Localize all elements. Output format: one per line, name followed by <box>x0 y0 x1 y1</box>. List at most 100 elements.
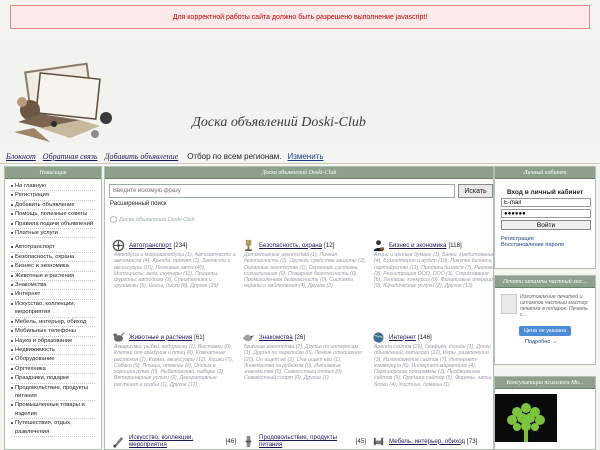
search-form: Искать <box>109 184 493 198</box>
password-field[interactable] <box>501 209 591 218</box>
category-count: [26] <box>294 333 305 341</box>
category-count: [234] <box>173 241 188 249</box>
price-badge: Цена не указана <box>519 326 571 336</box>
nav-category-item[interactable]: Наука и образование <box>11 337 95 346</box>
nav-category-item[interactable]: Искусство, коллекции, мероприятия <box>11 300 95 318</box>
category-link[interactable]: Искусство, коллекции, мероприятия <box>129 434 224 448</box>
nav-category-item[interactable]: Мобильные телефоны <box>11 327 95 337</box>
category-block: Продовольствие, продукты питания [45] <box>242 434 366 448</box>
feedback-link[interactable]: Обратная связь <box>43 152 98 161</box>
nav-category-item[interactable]: Недвижимость <box>11 346 95 356</box>
email-field[interactable] <box>501 198 591 207</box>
animal-icon <box>113 331 125 342</box>
category-block: Бизнес и экономика [118] Акции и ценные б… <box>372 239 496 290</box>
category-count: [45] <box>355 437 366 445</box>
nav-list-main: На главную Регистрация Добавить объявлен… <box>5 179 101 437</box>
stamp-ad-panel: Печати штампы частный мас... Изготовлени… <box>494 275 596 365</box>
nav-item[interactable]: Правила подачи объявлений <box>11 220 95 230</box>
subcategory-list[interactable]: Детективные агентства (1), Личная безопа… <box>242 252 366 290</box>
nav-category-item[interactable]: Автотранспорт <box>11 243 95 253</box>
home-icon <box>110 216 117 223</box>
nav-category-item[interactable]: Интернет <box>11 290 95 300</box>
nav-item[interactable]: Платные услуги <box>11 229 95 239</box>
subcategory-list[interactable]: Аренда сайтов (29), Графика, дизайн (1),… <box>372 344 496 388</box>
food-icon <box>245 435 252 447</box>
login-button[interactable]: Войти <box>501 220 591 230</box>
psychologist-title[interactable]: Консультация психолога Мо... <box>495 377 595 389</box>
login-panel: Личный кабинет Вход в личный кабинет Вой… <box>494 166 596 269</box>
site-logo-collage <box>14 62 112 142</box>
search-button[interactable]: Искать <box>458 184 493 198</box>
trophy-icon <box>245 239 252 251</box>
main-title: Доска объявлений Doski-Club <box>105 167 493 179</box>
category-block: Искусство, коллекции, мероприятия [46] <box>112 434 236 448</box>
nav-item[interactable]: На главную <box>11 182 95 192</box>
category-link[interactable]: Автотранспорт <box>129 242 172 249</box>
dove-icon <box>242 334 255 341</box>
region-filter-text: Отбор по всем регионам. <box>187 151 282 161</box>
furniture-icon <box>373 437 384 445</box>
car-wheel-icon <box>112 239 125 251</box>
nav-item[interactable]: Помощь, полезные советы <box>11 210 95 220</box>
nav-category-item[interactable]: Оргтехника <box>11 365 95 375</box>
search-input[interactable] <box>109 184 455 198</box>
nav-item[interactable]: Добавить объявление <box>11 201 95 211</box>
advanced-search-link[interactable]: Расширенный поиск <box>110 201 167 207</box>
main-panel: Доска объявлений Doski-Club Искать Расши… <box>104 166 496 450</box>
login-panel-title: Личный кабинет <box>495 167 595 179</box>
globe-icon <box>373 331 384 343</box>
category-block: Знакомства [26] Брачные агентства (2), Др… <box>242 331 366 382</box>
nav-category-item[interactable]: Оборудование <box>11 355 95 365</box>
subcategory-list[interactable]: Автобусы и микроавтобусы (1), Автозапчас… <box>112 252 236 290</box>
nav-category-item[interactable]: Продовольствие, продукты питания <box>11 384 95 402</box>
site-title: Доска объявлений Doski-Club <box>192 115 366 130</box>
javascript-warning: Для корректной работы сайта должно быть … <box>10 5 590 29</box>
nav-category-item[interactable]: Животные и растения <box>11 272 95 282</box>
restore-password-link[interactable]: Восстановление пароля <box>501 242 589 248</box>
category-count: [73] <box>467 437 478 445</box>
breadcrumb-home-link[interactable]: Доска объявлений Doski-Club <box>119 217 195 223</box>
nav-category-item[interactable]: Промышленные товары и изделия <box>11 401 95 420</box>
psychologist-panel: Консультация психолога Мо... <box>494 376 596 450</box>
category-link[interactable]: Бизнес и экономика <box>389 242 446 249</box>
change-region-link[interactable]: Изменить <box>287 152 323 161</box>
paintbrush-icon <box>113 436 124 448</box>
details-link[interactable]: Подробно → <box>525 339 558 345</box>
breadcrumb: Доска объявлений Doski-Club <box>110 216 195 223</box>
category-link[interactable]: Животные и растения <box>129 334 192 341</box>
stamp-ad-text: Изготовление печатей и штампов частный м… <box>520 294 588 318</box>
category-count: [46] <box>225 437 236 445</box>
category-block: Мебель, интерьер, обиход [73] <box>372 435 496 447</box>
nav-category-item[interactable]: Праздники, подарки <box>11 374 95 384</box>
notepad-link[interactable]: Блокнот <box>6 152 36 161</box>
nav-category-item[interactable]: Бизнес и экономика <box>11 262 95 272</box>
stamp-thumbnail[interactable] <box>501 294 517 314</box>
nav-category-item[interactable]: Знакомства <box>11 281 95 291</box>
nav-category-item[interactable]: Мебель, интерьер, обиход <box>11 318 95 328</box>
tree-logo-image[interactable] <box>495 394 557 442</box>
top-navigation: Блокнот Обратная связь Добавить объявлен… <box>6 150 324 162</box>
stamp-ad-title[interactable]: Печати штампы частный мас... <box>495 276 595 288</box>
subcategory-list[interactable]: Аквариумы, рыбки, водоросли (1), Выставк… <box>112 344 236 388</box>
add-ad-link[interactable]: Добавить объявление <box>104 152 178 161</box>
businessman-icon <box>373 239 385 251</box>
nav-item[interactable]: Регистрация <box>11 191 95 201</box>
navigation-panel: Навигация На главную Регистрация Добавит… <box>4 166 102 450</box>
category-count: [146] <box>418 333 432 341</box>
category-count: [118] <box>448 241 462 249</box>
category-link[interactable]: Знакомства <box>259 334 293 341</box>
category-block: Автотранспорт [234] Автобусы и микроавтоб… <box>112 239 236 290</box>
category-block: Безопасность, охрана [12] Детективные аге… <box>242 239 366 290</box>
category-link[interactable]: Продовольствие, продукты питания <box>259 434 354 448</box>
nav-category-item[interactable]: Путешествия, отдых, развлечения <box>11 419 95 437</box>
category-count: [61] <box>194 333 205 341</box>
category-block: Интернет [146] Аренда сайтов (29), График… <box>372 331 496 388</box>
subcategory-list[interactable]: Акции и ценные бумаги (1), Банки, кредит… <box>372 252 496 290</box>
category-link[interactable]: Интернет <box>389 334 416 341</box>
category-link[interactable]: Безопасность, охрана <box>259 242 322 249</box>
nav-category-item[interactable]: Безопасность, охрана <box>11 253 95 263</box>
category-block: Животные и растения [61] Аквариумы, рыбки… <box>112 331 236 388</box>
subcategory-list[interactable]: Брачные агентства (2), Друзья по интерес… <box>242 344 366 382</box>
category-link[interactable]: Мебель, интерьер, обиход <box>389 438 465 445</box>
login-heading: Вход в личный кабинет <box>506 189 584 196</box>
